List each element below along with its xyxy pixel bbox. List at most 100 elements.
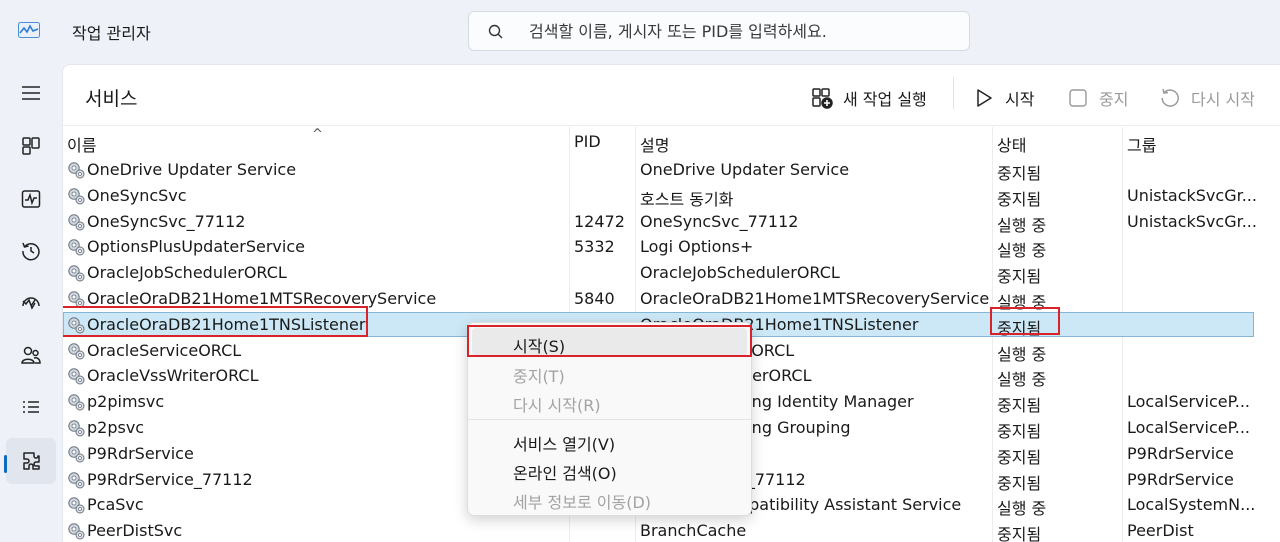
start-label: 시작	[1005, 90, 1035, 109]
cell-status: 중지됨	[997, 473, 1042, 493]
service-gear-icon	[68, 497, 85, 514]
table-row[interactable]: OneDrive Updater Service OneDrive Updater…	[63, 157, 1280, 183]
nav-services[interactable]	[6, 438, 56, 484]
cell-pid: 5332	[574, 237, 615, 257]
cell-description: 호스트 동기화	[640, 189, 734, 209]
nav-performance[interactable]	[6, 176, 56, 222]
service-gear-icon	[68, 162, 85, 179]
cell-group: P9RdrService	[1127, 443, 1234, 463]
highlight-box-service-name	[63, 306, 368, 337]
cell-name: OneSyncSvc_77112	[87, 211, 246, 231]
cell-description: OneSyncSvc_77112	[640, 211, 799, 231]
stop-icon	[1069, 89, 1087, 107]
details-icon	[23, 401, 39, 413]
service-gear-icon	[68, 342, 85, 360]
cell-group: LocalServiceP...	[1127, 392, 1251, 412]
app-title: 작업 관리자	[72, 24, 151, 43]
cell-name: OneDrive Updater Service	[87, 160, 297, 179]
cell-name: OneSyncSvc	[87, 185, 187, 205]
cell-status: 중지됨	[997, 447, 1042, 467]
cell-status: 실행 중	[997, 370, 1047, 390]
service-gear-icon	[68, 394, 85, 411]
cell-description: OracleOraDB21Home1MTSRecoveryService	[640, 289, 990, 308]
table-row[interactable]: PeerDistSvc BranchCache 중지됨 PeerDist	[63, 518, 1280, 542]
navigation-pane	[0, 62, 62, 542]
menu-item-restart[interactable]: 다시 시작(R)	[472, 387, 747, 415]
cell-pid: 5840	[574, 289, 615, 308]
column-header-name[interactable]: 이름	[67, 132, 96, 156]
column-header-status[interactable]: 상태	[997, 132, 1026, 156]
processes-icon	[22, 137, 40, 155]
service-gear-icon	[68, 368, 85, 385]
cell-group: PeerDist	[1127, 521, 1194, 541]
nav-active-indicator	[4, 455, 7, 473]
menu-item-stop[interactable]: 중지(T)	[472, 358, 747, 386]
service-gear-icon	[68, 523, 85, 540]
restart-icon	[1161, 88, 1179, 107]
menu-separator	[468, 419, 751, 420]
stop-button[interactable]: 중지	[1067, 85, 1128, 111]
cell-status: 실행 중	[997, 241, 1047, 261]
toolbar-separator	[953, 77, 954, 109]
column-header-group[interactable]: 그룹	[1127, 132, 1156, 156]
run-new-task-icon	[812, 88, 833, 109]
search-box[interactable]	[468, 11, 970, 51]
restart-label: 다시 시작	[1191, 90, 1255, 109]
cell-group: LocalSystemN...	[1127, 495, 1256, 515]
column-header-description[interactable]: 설명	[640, 132, 669, 156]
menu-item-go-to-details[interactable]: 세부 정보로 이동(D)	[472, 484, 747, 512]
cell-description: OneDrive Updater Service	[640, 160, 850, 179]
search-input[interactable]	[529, 20, 949, 42]
cell-name: OracleJobSchedulerORCL	[87, 263, 287, 283]
cell-group: P9RdrService	[1127, 469, 1234, 489]
nav-app-history[interactable]	[6, 228, 56, 274]
service-gear-icon	[68, 471, 85, 489]
cell-status: 중지됨	[997, 525, 1042, 542]
services-icon	[23, 452, 40, 470]
title-bar: 작업 관리자	[0, 0, 1280, 62]
cell-pid: 12472	[574, 211, 625, 231]
restart-button[interactable]: 다시 시작	[1159, 85, 1255, 111]
play-icon	[977, 89, 992, 107]
performance-icon	[21, 190, 41, 208]
menu-item-search-online[interactable]: 온라인 검색(O)	[472, 455, 747, 483]
search-icon	[488, 24, 503, 39]
cell-description: OracleJobSchedulerORCL	[640, 263, 840, 283]
column-header-pid[interactable]: PID	[574, 132, 601, 151]
menu-item-open-services[interactable]: 서비스 열기(V)	[472, 426, 747, 454]
service-gear-icon	[68, 265, 85, 282]
table-row[interactable]: OracleJobSchedulerORCL OracleJobScheduler…	[63, 260, 1280, 286]
sort-ascending-icon: ^	[312, 127, 323, 142]
service-gear-icon	[68, 213, 85, 231]
service-gear-icon	[68, 239, 85, 256]
service-gear-icon	[68, 188, 85, 205]
run-new-task-button[interactable]: 새 작업 실행	[811, 85, 927, 111]
table-row[interactable]: OneSyncSvc_77112 12472 OneSyncSvc_77112 실행 …	[63, 209, 1280, 235]
stop-label: 중지	[1099, 90, 1129, 109]
nav-hamburger-button[interactable]	[6, 70, 56, 116]
cell-status: 실행 중	[997, 499, 1047, 519]
nav-processes[interactable]	[6, 123, 56, 169]
cell-status: 실행 중	[997, 215, 1047, 235]
nav-users[interactable]	[6, 332, 56, 378]
nav-startup-apps[interactable]	[6, 280, 56, 326]
cell-status: 중지됨	[997, 396, 1042, 416]
cell-description: BranchCache	[640, 521, 747, 541]
task-manager-app-icon	[18, 22, 40, 38]
startup-apps-icon	[22, 297, 40, 310]
app-history-icon	[22, 242, 40, 261]
cell-group: UnistackSvcGr...	[1127, 211, 1257, 231]
service-gear-icon	[68, 420, 85, 437]
cell-group: LocalServiceP...	[1127, 418, 1251, 437]
table-row[interactable]: OneSyncSvc 호스트 동기화 중지됨 UnistackSvcGr...	[63, 183, 1280, 209]
cell-description: Logi Options+	[640, 237, 754, 257]
cell-status: 중지됨	[997, 267, 1042, 287]
cell-status: 실행 중	[997, 344, 1047, 364]
nav-details[interactable]	[6, 384, 56, 430]
cell-group: UnistackSvcGr...	[1127, 185, 1257, 205]
cell-status: 중지됨	[997, 189, 1042, 209]
cell-name: PeerDistSvc	[87, 521, 183, 541]
users-icon	[21, 346, 41, 364]
start-button[interactable]: 시작	[973, 85, 1034, 111]
table-row[interactable]: OptionsPlusUpdaterService 5332 Logi Option…	[63, 234, 1280, 260]
